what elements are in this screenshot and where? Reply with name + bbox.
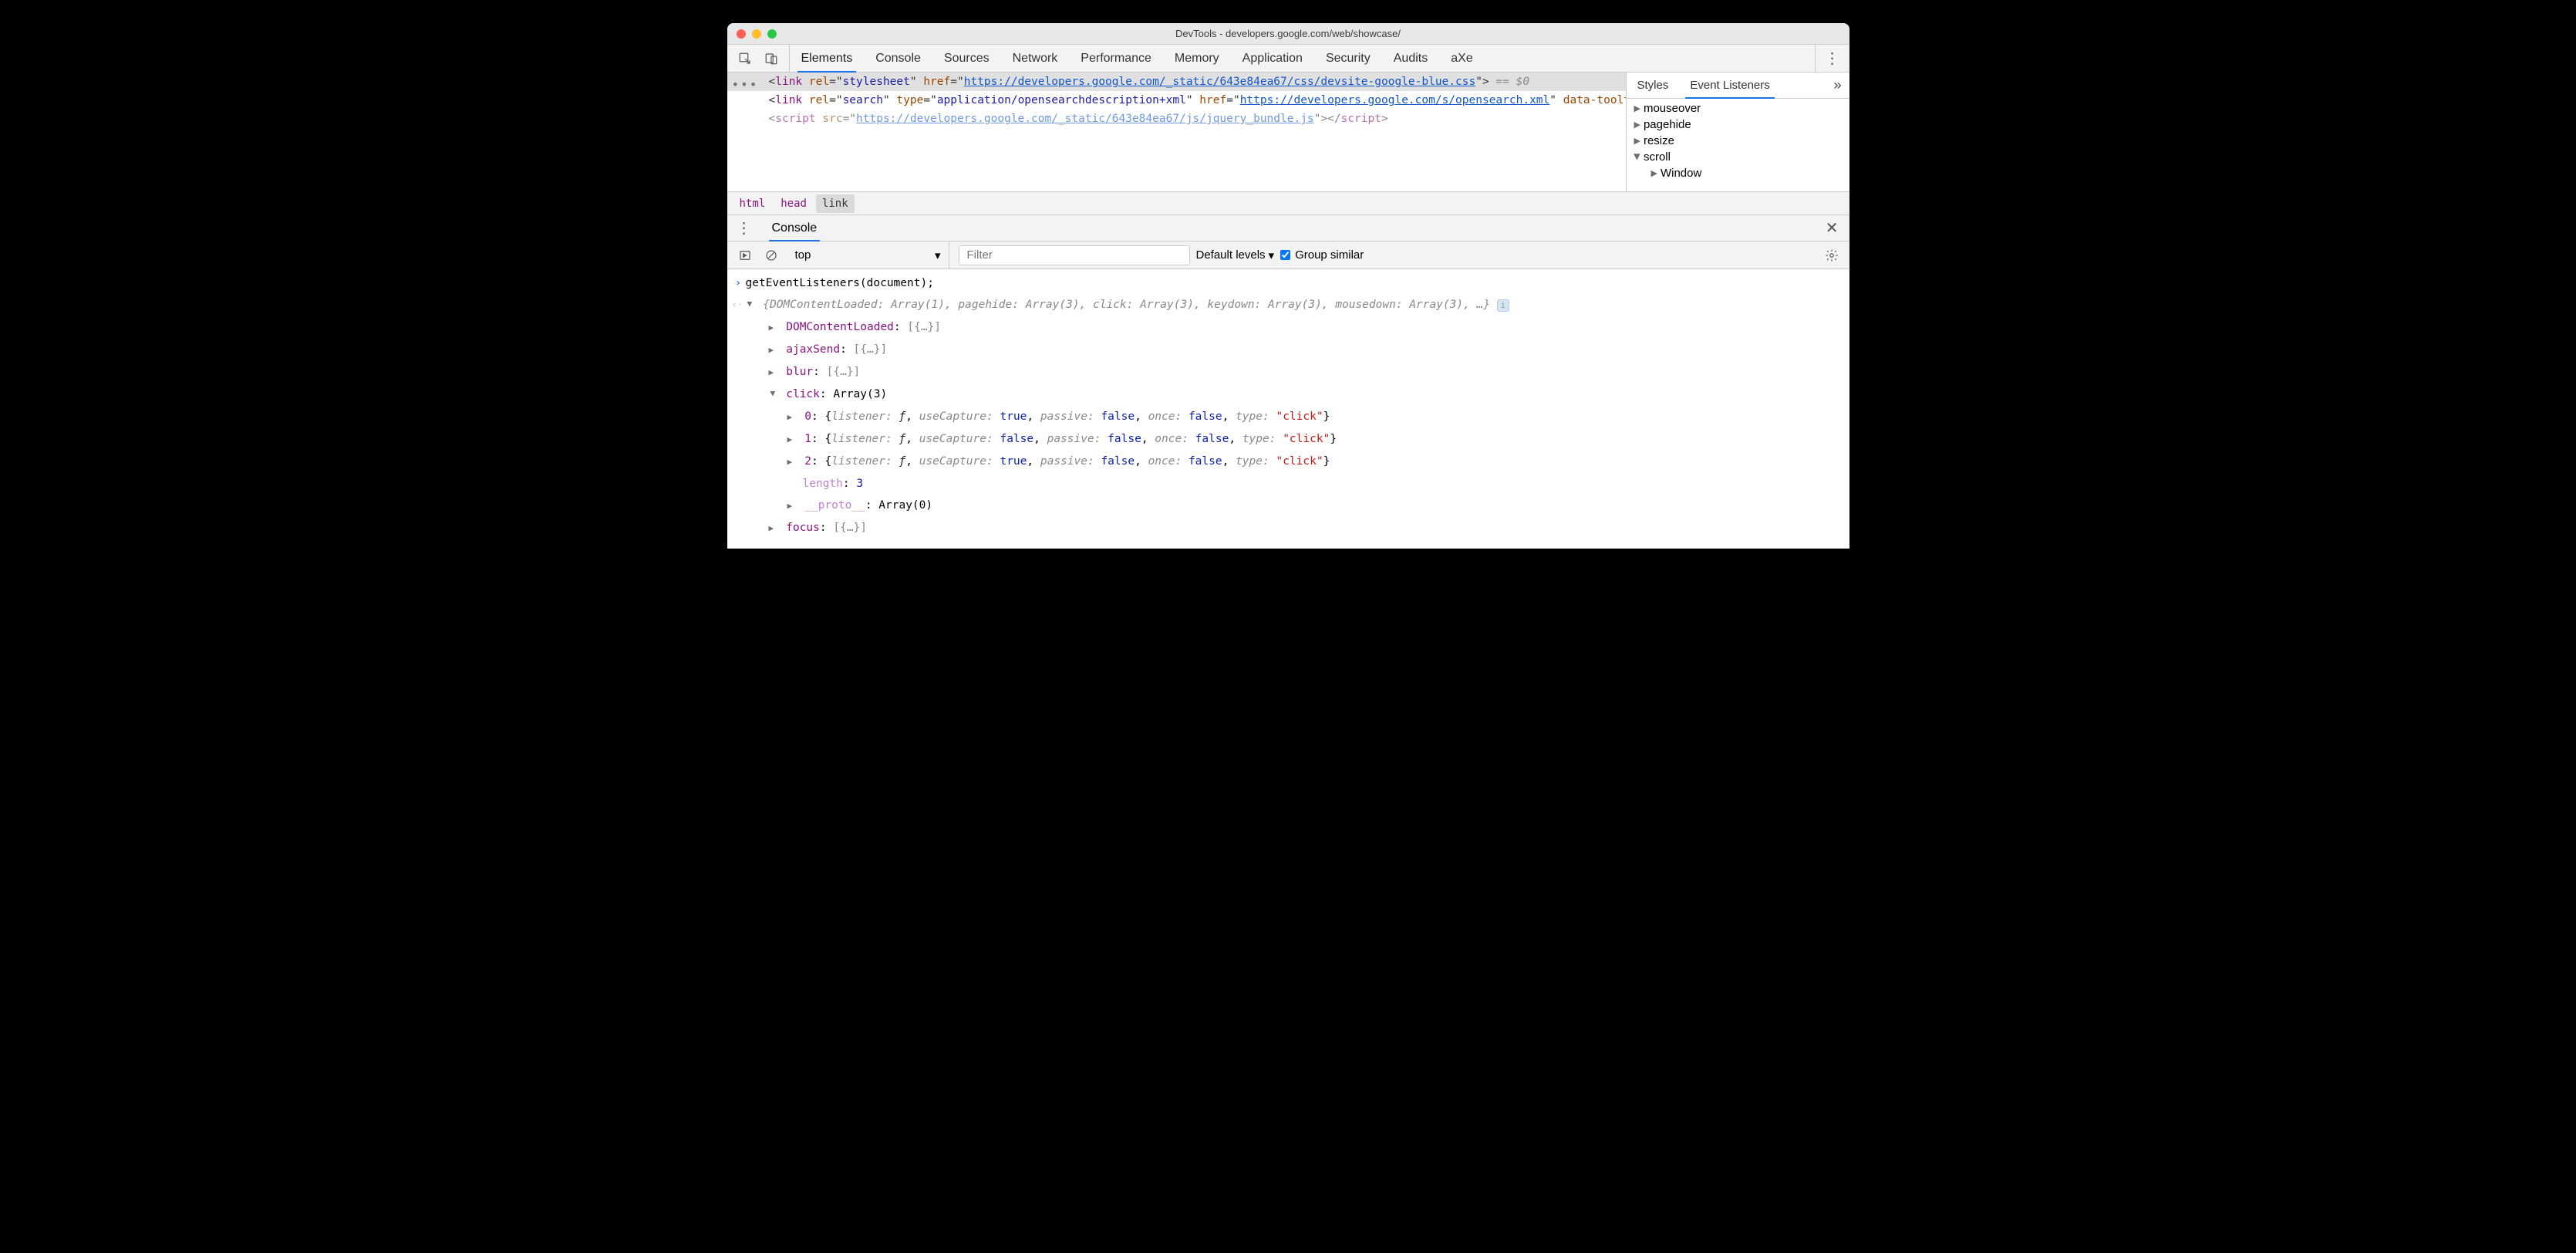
crumb-link[interactable]: link	[816, 194, 855, 213]
tab-audits[interactable]: Audits	[1382, 45, 1439, 72]
disclosure-triangle-icon[interactable]: ▶	[787, 408, 795, 427]
main-tabs: Elements Console Sources Network Perform…	[790, 45, 1815, 72]
event-listeners-list: ▶mouseover ▶pagehide ▶resize ▶scroll ▶Wi…	[1627, 99, 1849, 183]
event-mouseover[interactable]: ▶mouseover	[1627, 100, 1849, 117]
tab-memory[interactable]: Memory	[1163, 45, 1231, 72]
info-badge-icon[interactable]: i	[1497, 299, 1509, 312]
console-filter-input[interactable]	[959, 245, 1190, 265]
click-length: length: 3	[727, 473, 1849, 495]
main-toolbar: Elements Console Sources Network Perform…	[727, 45, 1849, 73]
main-menu-icon[interactable]: ⋮	[1825, 49, 1840, 68]
dom-node-script[interactable]: <script src="https://developers.google.c…	[727, 110, 1626, 128]
window-traffic-lights	[737, 29, 777, 39]
tab-axe[interactable]: aXe	[1439, 45, 1484, 72]
group-similar-input[interactable]	[1280, 250, 1290, 260]
dom-href-link[interactable]: https://developers.google.com/s/opensear…	[1240, 94, 1550, 106]
dom-tag: link	[775, 76, 802, 88]
result-blur[interactable]: ▶ blur: [{…}]	[727, 361, 1849, 383]
toolbar-right: ⋮	[1815, 45, 1849, 72]
tab-network[interactable]: Network	[1001, 45, 1070, 72]
window-title: DevTools - developers.google.com/web/sho…	[727, 28, 1849, 39]
prompt-chevron-icon: ›	[735, 274, 742, 292]
log-levels-dropdown[interactable]: Default levels ▾	[1196, 248, 1275, 262]
console-toolbar: top ▾ Default levels ▾ Group similar	[727, 241, 1849, 269]
toolbar-left-icons	[727, 45, 790, 72]
devtools-window: DevTools - developers.google.com/web/sho…	[727, 23, 1849, 549]
titlebar: DevTools - developers.google.com/web/sho…	[727, 23, 1849, 45]
result-domcontentloaded[interactable]: ▶ DOMContentLoaded: [{…}]	[727, 316, 1849, 339]
chevron-down-icon: ▾	[935, 248, 941, 262]
console-drawer-header: ⋮ Console ✕	[727, 215, 1849, 241]
elements-panel: ••• <link rel="stylesheet" href="https:/…	[727, 73, 1849, 192]
context-selector[interactable]: top ▾	[787, 241, 949, 268]
dom-href-link[interactable]: https://developers.google.com/_static/64…	[964, 76, 1475, 88]
elements-sidebar: Styles Event Listeners » ▶mouseover ▶pag…	[1626, 73, 1849, 191]
result-click[interactable]: ▶ click: Array(3)	[727, 383, 1849, 406]
sidebar-tab-styles[interactable]: Styles	[1627, 73, 1680, 98]
tab-sources[interactable]: Sources	[932, 45, 1001, 72]
disclosure-triangle-icon[interactable]: ▶	[787, 453, 795, 471]
disclosure-triangle-icon[interactable]: ▶	[787, 431, 795, 449]
result-ajaxsend[interactable]: ▶ ajaxSend: [{…}]	[727, 339, 1849, 361]
disclosure-triangle-icon[interactable]: ▶	[769, 363, 777, 382]
dom-node-link-stylesheet[interactable]: <link rel="stylesheet" href="https://dev…	[727, 73, 1626, 91]
click-item-1[interactable]: ▶ 1: {listener: ƒ, useCapture: false, pa…	[727, 428, 1849, 451]
disclosure-triangle-icon[interactable]: ▶	[769, 319, 777, 337]
execution-context-icon[interactable]	[735, 245, 755, 265]
group-similar-checkbox[interactable]: Group similar	[1280, 248, 1364, 262]
disclosure-triangle-icon[interactable]: ▶	[764, 391, 782, 399]
console-settings-icon[interactable]	[1822, 245, 1842, 265]
click-item-0[interactable]: ▶ 0: {listener: ƒ, useCapture: true, pas…	[727, 406, 1849, 428]
sidebar-tab-event-listeners[interactable]: Event Listeners	[1679, 73, 1780, 98]
disclosure-triangle-icon[interactable]: ▶	[740, 302, 759, 309]
click-item-2[interactable]: ▶ 2: {listener: ƒ, useCapture: true, pas…	[727, 451, 1849, 473]
window-maximize-button[interactable]	[767, 29, 777, 39]
drawer-tab-console[interactable]: Console	[761, 215, 828, 241]
dom-tree[interactable]: ••• <link rel="stylesheet" href="https:/…	[727, 73, 1626, 191]
clear-console-icon[interactable]	[761, 245, 781, 265]
event-resize[interactable]: ▶resize	[1627, 133, 1849, 149]
sidebar-tabs: Styles Event Listeners »	[1627, 73, 1849, 99]
disclosure-triangle-icon[interactable]: ▶	[769, 519, 777, 538]
event-pagehide[interactable]: ▶pagehide	[1627, 117, 1849, 133]
tab-performance[interactable]: Performance	[1069, 45, 1163, 72]
crumb-head[interactable]: head	[774, 194, 813, 213]
drawer-close-icon[interactable]: ✕	[1826, 218, 1839, 238]
disclosure-triangle-icon[interactable]: ▶	[787, 497, 795, 515]
window-minimize-button[interactable]	[752, 29, 761, 39]
device-toolbar-icon[interactable]	[761, 49, 781, 69]
tab-security[interactable]: Security	[1314, 45, 1382, 72]
inspect-element-icon[interactable]	[735, 49, 755, 69]
disclosure-triangle-icon[interactable]: ▶	[769, 341, 777, 360]
window-close-button[interactable]	[737, 29, 746, 39]
sidebar-more-icon[interactable]: »	[1826, 77, 1849, 93]
tab-console[interactable]: Console	[864, 45, 932, 72]
crumb-html[interactable]: html	[733, 194, 772, 213]
dom-breadcrumb: html head link	[727, 192, 1849, 215]
console-result-summary[interactable]: ‹· ▶ {DOMContentLoaded: Array(1), pagehi…	[727, 294, 1849, 316]
result-focus[interactable]: ▶ focus: [{…}]	[727, 517, 1849, 539]
console-command-text: getEventListeners(document);	[746, 277, 934, 289]
chevron-down-icon: ▾	[1269, 248, 1275, 262]
console-output[interactable]: › getEventListeners(document); ‹· ▶ {DOM…	[727, 269, 1849, 549]
dom-node-link-search[interactable]: <link rel="search" type="application/ope…	[727, 91, 1626, 110]
tab-elements[interactable]: Elements	[790, 45, 865, 72]
event-scroll[interactable]: ▶scroll	[1627, 149, 1849, 165]
console-input-line: › getEventListeners(document);	[727, 272, 1849, 294]
drawer-menu-icon[interactable]: ⋮	[737, 218, 752, 238]
event-scroll-window[interactable]: ▶Window	[1627, 165, 1849, 181]
tab-application[interactable]: Application	[1231, 45, 1314, 72]
click-proto[interactable]: ▶ __proto__: Array(0)	[727, 495, 1849, 517]
expand-ellipsis-icon[interactable]: •••	[732, 76, 759, 94]
dom-selected-marker: == $0	[1495, 76, 1529, 88]
